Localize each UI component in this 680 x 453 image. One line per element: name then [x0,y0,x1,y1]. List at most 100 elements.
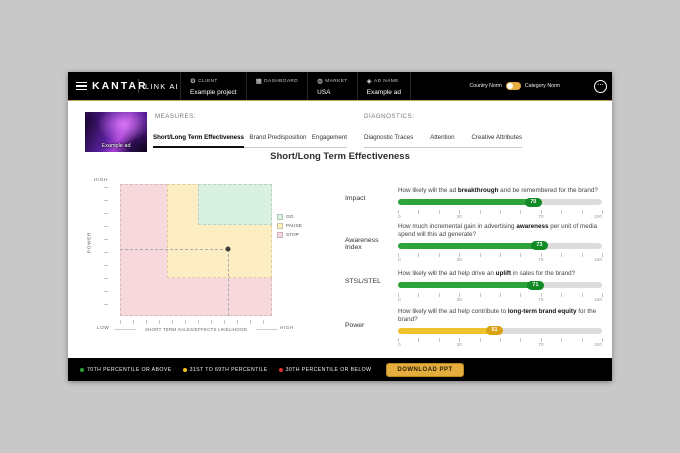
quadrant-legend: GO PAUSE STOP [277,214,302,238]
nav-item-client[interactable]: ⚙CLIENT Example project [180,72,246,100]
scale-tick-label: 30 [457,298,462,303]
measures-tabs: Short/Long Term Effectiveness Brand Predi… [153,134,347,148]
scale-tick [418,210,419,214]
app-window: KANTAR LINK AI ⚙CLIENTExample project▦DA… [68,72,612,381]
scale-tick [582,210,583,214]
nav-item-header: ◍MARKET [317,77,347,85]
ad-thumbnail[interactable]: Example ad [85,112,147,152]
percentile-dot [279,368,283,372]
scale-tick [418,293,419,297]
score-value-pill: 73 [531,241,548,250]
metric-content: How much incremental gain in advertising… [398,223,602,264]
legend-swatch [277,214,283,220]
scale-tick-label: 70 [538,298,543,303]
scale-tick-label: 30 [457,343,462,348]
scale-tick [561,338,562,342]
nav-item-value: Example project [190,89,237,96]
category-norm-label: Category Norm [525,83,560,89]
norm-toggle[interactable] [506,82,521,90]
scale-tick [500,293,501,297]
scale-tick [480,253,481,257]
scale-tick-label: 100 [594,298,602,303]
scale-tick [459,338,460,342]
legend-label: PAUSE [286,224,302,229]
nav-item-ad-name[interactable]: ◈AD NAMEExample ad [357,72,411,100]
question-keyword: awareness [516,223,548,230]
diagnostics-tabs: Diagnostic Traces Attention Creative Attri… [364,134,522,148]
scale-tick [582,293,583,297]
tab-creative-attributes[interactable]: Creative Attributes [471,134,522,148]
legend-item-go: GO [277,214,302,220]
question-keyword: breakthrough [458,187,499,194]
score-bar-fill: 70 [398,199,541,205]
header-divider [138,79,139,93]
question-keyword: long-term brand equity [508,308,577,315]
tab-engagement[interactable]: Engagement [312,134,347,148]
nav-item-header: ⚙CLIENT [190,77,237,85]
percentile-legend-item: 31ST TO 69TH PERCENTILE [183,367,268,373]
metric-label: Awareness Index [345,237,395,251]
metric-question: How likely will the ad help contribute t… [398,308,602,323]
score-value-pill: 70 [525,198,542,207]
quadrant-chart [120,184,272,316]
question-text: How likely will the ad help drive an [398,270,496,277]
legend-label: GO [286,215,293,220]
scale-tick-label: 70 [538,343,543,348]
metric-question: How much incremental gain in advertising… [398,223,602,238]
scale-tick-label: 70 [538,258,543,263]
legend-swatch [277,223,283,229]
scale-tick-label: 30 [457,258,462,263]
region-go [198,184,272,225]
scale-tick [520,293,521,297]
metric-score-bar: 70 [398,198,602,207]
x-axis-ticks [120,320,273,324]
scale-tick [561,253,562,257]
desktop-background: KANTAR LINK AI ⚙CLIENTExample project▦DA… [0,0,680,453]
crosshair-vertical [228,249,229,316]
metric-row-stsl-stel: STSL/STELHow likely will the ad help dri… [345,270,602,304]
x-axis-high-label: HIGH [280,326,294,331]
content-area: Example ad MEASURES: Short/Long Term Eff… [68,101,612,358]
header-nav: ⚙CLIENT Example project ▦DASHBOARD ◍MARKET U… [180,72,411,100]
crosshair-horizontal [120,249,228,250]
score-value-pill: 71 [527,281,544,290]
measures-section-label: MEASURES: [155,113,196,120]
question-text: How likely will the ad [398,187,458,194]
tab-brand-predisposition[interactable]: Brand Predisposition [249,134,306,148]
question-keyword: uplift [496,270,511,277]
tab-attention[interactable]: Attention [430,134,454,148]
hamburger-menu-icon[interactable] [76,82,87,90]
metric-score-bar: 73 [398,241,602,250]
metric-row-awareness-index: Awareness IndexHow much incremental gain… [345,223,602,264]
scale-tick [602,293,603,297]
scale-tick [602,210,603,214]
legend-item-pause: PAUSE [277,223,302,229]
download-ppt-button[interactable]: DOWNLOAD PPT [386,363,463,377]
score-value-pill: 51 [486,326,503,335]
legend-label: STOP [286,233,299,238]
scale-tick-label: 30 [457,215,462,220]
scale-tick [520,210,521,214]
percentile-dot [183,368,187,372]
scale-tick-label: 100 [594,215,602,220]
scale-tick [602,338,603,342]
scale-tick-label: 70 [538,215,543,220]
nav-item-value: USA [317,89,347,96]
scale-tick-label: 100 [594,258,602,263]
scale-tick-label: 0 [398,298,401,303]
score-bar-fill: 73 [398,243,547,249]
question-text: How likely will the ad help contribute t… [398,308,508,315]
nav-item-dashboard[interactable]: ▦DASHBOARD [246,72,308,100]
scale-tick [541,293,542,297]
scale-tick [398,210,399,214]
metric-label: STSL/STEL [345,278,395,285]
nav-item-label: DASHBOARD [264,79,298,84]
tab-short-long-term-effectiveness[interactable]: Short/Long Term Effectiveness [153,134,244,148]
y-axis-title: POWER [88,222,93,264]
nav-item-market[interactable]: ◍MARKET USA [307,72,356,100]
nav-item-header: ▦DASHBOARD [256,77,299,85]
ellipsis-menu-icon[interactable]: ⋯ [594,80,607,93]
norm-toggle-group: Country Norm Category Norm [470,72,560,100]
score-bar-fill: 51 [398,328,502,334]
tab-diagnostic-traces[interactable]: Diagnostic Traces [364,134,413,148]
